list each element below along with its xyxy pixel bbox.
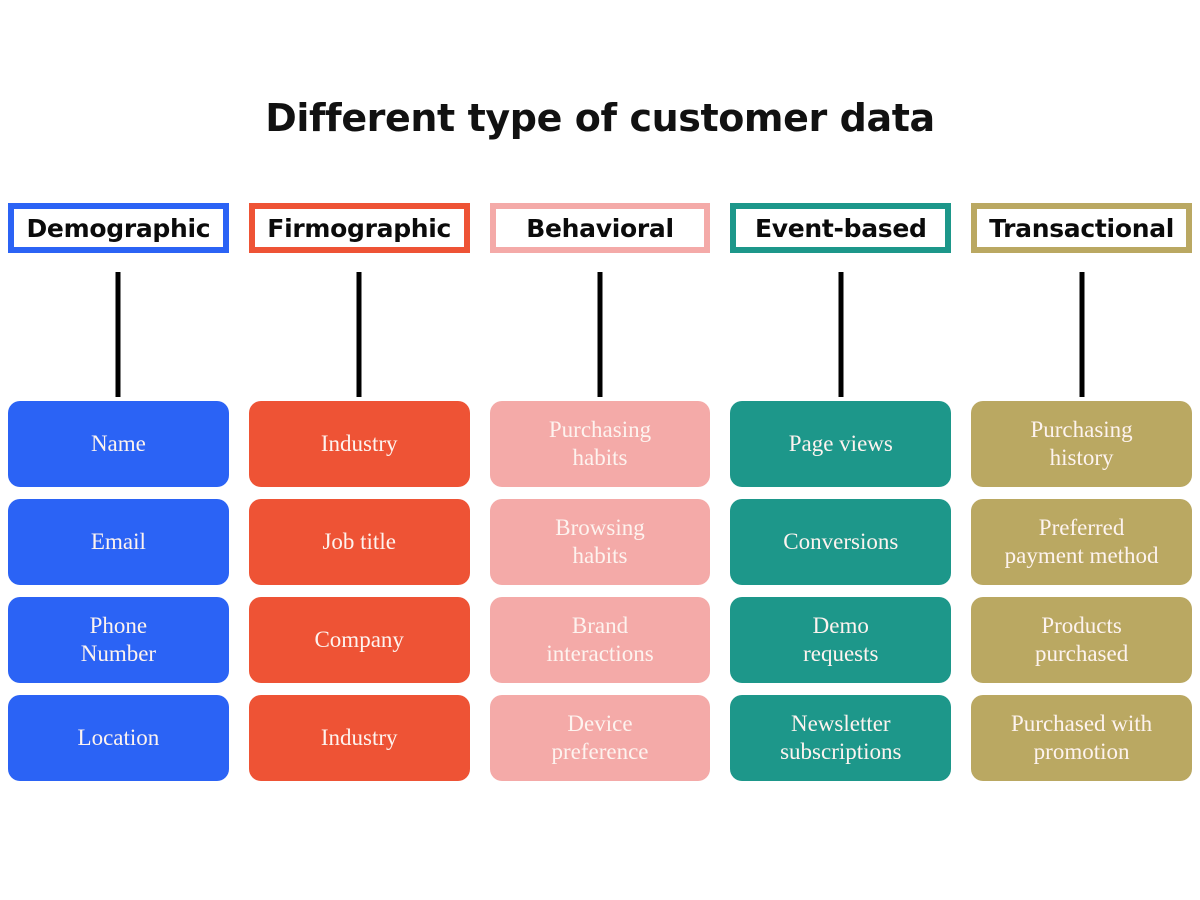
connector-behavioral [490, 253, 711, 401]
data-item-cell[interactable]: Name [8, 401, 229, 487]
data-item-label: Purchasing history [1030, 416, 1133, 470]
data-item-cell[interactable]: Browsing habits [489, 499, 711, 585]
data-item-label: Page views [788, 430, 893, 456]
data-item-cell[interactable]: Job title [248, 499, 470, 585]
data-item-label: Conversions [783, 528, 899, 554]
data-item-cell[interactable]: Purchasing history [971, 401, 1192, 487]
diagram-canvas: Different type of customer data Demograp… [0, 0, 1200, 900]
data-item-cell[interactable]: Email [8, 499, 229, 585]
connector-firmographic [249, 253, 470, 401]
data-item-cell[interactable]: Newsletter subscriptions [730, 695, 952, 781]
data-item-cell[interactable]: Location [8, 695, 229, 781]
data-item-label: Brand interactions [546, 612, 654, 666]
data-item-label: Phone Number [80, 612, 157, 666]
data-item-cell[interactable]: Preferred payment method [971, 499, 1192, 585]
connector-event-based [730, 253, 951, 401]
data-item-label: Purchased with promotion [1011, 710, 1153, 764]
category-items-transactional: Purchasing history Preferred payment meth… [971, 401, 1192, 781]
data-item-label: Browsing habits [555, 514, 645, 568]
data-item-label: Device preference [551, 710, 649, 764]
data-item-label: Industry [320, 430, 398, 456]
data-item-cell[interactable]: Brand interactions [489, 597, 711, 683]
category-header-label: Behavioral [526, 213, 674, 243]
category-header-behavioral[interactable]: Behavioral [489, 203, 711, 253]
data-item-cell[interactable]: Phone Number [8, 597, 229, 683]
page-title: Different type of customer data [265, 96, 935, 140]
connector-demographic [8, 253, 229, 401]
category-header-event-based[interactable]: Event-based [730, 203, 952, 253]
data-item-label: Name [90, 430, 146, 456]
category-column-transactional: Transactional Purchasing history Preferred… [971, 203, 1192, 781]
category-header-label: Firmographic [267, 213, 452, 243]
data-item-cell[interactable]: Purchased with promotion [971, 695, 1192, 781]
connector-line [356, 272, 362, 397]
category-header-label: Demographic [26, 213, 211, 243]
data-item-cell[interactable]: Conversions [730, 499, 952, 585]
data-item-cell[interactable]: Company [248, 597, 470, 683]
data-item-cell[interactable]: Purchasing habits [489, 401, 711, 487]
category-header-label: Event-based [754, 213, 927, 243]
data-item-label: Newsletter subscriptions [780, 710, 902, 764]
connector-line [838, 272, 844, 397]
data-item-cell[interactable]: Industry [248, 401, 470, 487]
category-items-event-based: Page views Conversions Demo requests Newsle… [730, 401, 952, 781]
category-column-event-based: Event-based Page views Conversions Demo req… [730, 203, 952, 781]
data-item-label: Location [77, 724, 160, 750]
connector-line [597, 272, 603, 397]
category-items-demographic: Name Email Phone Number Location [8, 401, 229, 781]
category-items-behavioral: Purchasing habits Browsing habits Brand in… [489, 401, 711, 781]
data-item-cell[interactable]: Industry [248, 695, 470, 781]
data-item-label: Industry [320, 724, 398, 750]
category-items-firmographic: Industry Job title Company Industry [248, 401, 470, 781]
category-column-demographic: Demographic Name Email Phone Number Location [8, 203, 229, 781]
data-item-label: Company [314, 626, 404, 652]
category-header-transactional[interactable]: Transactional [971, 203, 1192, 253]
category-header-label: Transactional [989, 213, 1175, 243]
data-item-cell[interactable]: Page views [730, 401, 952, 487]
data-item-cell[interactable]: Demo requests [730, 597, 952, 683]
connector-line [1079, 272, 1085, 397]
data-item-cell[interactable]: Device preference [489, 695, 711, 781]
data-item-label: Purchasing habits [548, 416, 652, 470]
data-item-label: Preferred payment method [1004, 514, 1159, 568]
category-column-firmographic: Firmographic Industry Job title Company Indu… [248, 203, 470, 781]
connector-transactional [971, 253, 1192, 401]
data-item-label: Demo requests [803, 612, 879, 666]
category-columns: Demographic Name Email Phone Number Location… [8, 203, 1192, 781]
category-column-behavioral: Behavioral Purchasing habits Browsing habi… [489, 203, 711, 781]
data-item-label: Email [90, 528, 146, 554]
connector-line [115, 272, 121, 397]
data-item-cell[interactable]: Products purchased [971, 597, 1192, 683]
data-item-label: Products purchased [1034, 612, 1129, 666]
data-item-label: Job title [322, 528, 396, 554]
category-header-demographic[interactable]: Demographic [8, 203, 229, 253]
category-header-firmographic[interactable]: Firmographic [248, 203, 470, 253]
